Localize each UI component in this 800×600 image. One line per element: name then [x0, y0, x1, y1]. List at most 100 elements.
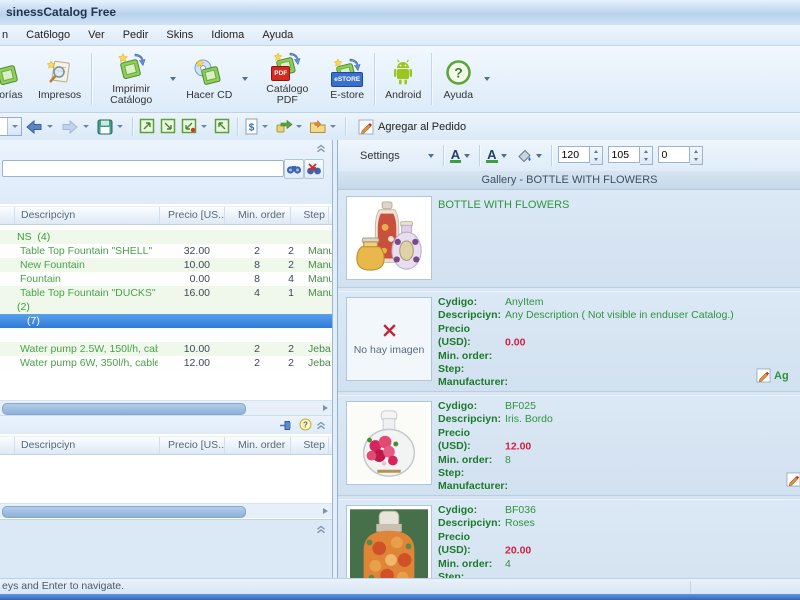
- collapse-panel-button[interactable]: [314, 523, 328, 535]
- collapse-button[interactable]: [179, 116, 212, 137]
- add-to-order-button[interactable]: Agregar al Pedido: [350, 117, 474, 137]
- collapse-panel-button[interactable]: [314, 419, 328, 431]
- search-button[interactable]: [284, 159, 304, 179]
- menu-item-pedir[interactable]: Pedir: [114, 27, 158, 43]
- add-item-to-order-button[interactable]: Ag: [786, 472, 800, 487]
- expand-branch-button[interactable]: [158, 116, 179, 137]
- spin-down-icon[interactable]: [640, 156, 652, 165]
- catalogo-pdf-button[interactable]: PDF Catálogo PDF: [251, 50, 323, 108]
- horizontal-scrollbar[interactable]: [0, 503, 332, 518]
- image-width-stepper[interactable]: [557, 146, 603, 165]
- table-row[interactable]: Water pump 6W, 350l/h, cable ... 12.00 2 2 J…: [0, 356, 332, 370]
- scrollbar-thumb[interactable]: [2, 506, 246, 518]
- spin-up-icon[interactable]: [690, 147, 702, 156]
- add-item-to-order-button[interactable]: Ag: [756, 368, 789, 383]
- clear-search-button[interactable]: [304, 159, 324, 179]
- double-chevron-up-icon: [317, 525, 325, 533]
- android-button[interactable]: Android: [378, 56, 428, 103]
- table-row[interactable]: Table Top Fountain "SHELL" ... 32.00 2 2 Man…: [0, 244, 332, 258]
- column-header-min-order[interactable]: Min. order: [225, 437, 291, 454]
- table-row-empty[interactable]: [0, 328, 332, 342]
- menu-item-idioma[interactable]: Idioma: [202, 27, 253, 43]
- dropdown-caret-icon[interactable]: [170, 77, 177, 81]
- forward-button[interactable]: [58, 117, 94, 137]
- column-header-description[interactable]: Descripciyn: [15, 437, 160, 454]
- column-header-min-order[interactable]: Min. order: [225, 207, 291, 224]
- margin-input[interactable]: [657, 146, 690, 163]
- chevron-down-icon[interactable]: [535, 153, 542, 158]
- search-input[interactable]: [2, 160, 284, 177]
- bottles-photo: [350, 200, 428, 276]
- horizontal-scrollbar[interactable]: [0, 400, 332, 415]
- sync-button[interactable]: [273, 117, 307, 137]
- font-color-button-2[interactable]: A: [486, 148, 498, 163]
- table-row[interactable]: Water pump 2.5W, 150l/h, cabl... 10.00 2 2 J…: [0, 342, 332, 356]
- product-image[interactable]: [346, 196, 432, 280]
- image-height-stepper[interactable]: [607, 146, 653, 165]
- column-header-price[interactable]: Precio [US...: [160, 437, 225, 454]
- column-header-description[interactable]: Descripciyn: [15, 207, 160, 224]
- settings-dropdown[interactable]: Settings: [360, 150, 400, 162]
- scrollbar-thumb[interactable]: [2, 403, 246, 415]
- table-row[interactable]: Table Top Fountain "DUCKS" ... 16.00 4 1 Man…: [0, 286, 332, 300]
- table-row[interactable]: Fountain 0.00 8 4 Manu: [0, 272, 332, 286]
- gallery-item-category[interactable]: BOTTLE WITH FLOWERS: [338, 191, 800, 288]
- menu-item-ayuda[interactable]: Ayuda: [253, 27, 302, 43]
- menu-item-cut[interactable]: n: [0, 27, 17, 43]
- gallery-item[interactable]: Cydigo: BF025 Descripciyn: Iris. Bordo Pre…: [338, 395, 800, 496]
- expand-icon: [139, 118, 155, 134]
- gallery-title-bar: Gallery - BOTTLE WITH FLOWERS: [338, 171, 800, 190]
- panel-help-button[interactable]: ?: [298, 418, 312, 430]
- product-price: 0.00: [505, 336, 526, 349]
- collapse-panel-button[interactable]: [314, 142, 328, 154]
- product-image[interactable]: [346, 401, 432, 485]
- estore-button[interactable]: eSTORE E-store: [323, 56, 371, 103]
- price-list-button[interactable]: $: [242, 116, 273, 137]
- height-input[interactable]: [607, 146, 640, 163]
- spin-down-icon[interactable]: [690, 156, 702, 165]
- table-row[interactable]: New Fountain 10.00 8 2 Manu: [0, 258, 332, 272]
- ayuda-button[interactable]: ? Ayuda: [435, 56, 481, 103]
- fill-color-button[interactable]: [516, 148, 533, 163]
- zoom-combobox[interactable]: [0, 117, 22, 136]
- print-catalog-icon: [115, 52, 147, 82]
- table-row-category[interactable]: NS (4): [0, 230, 332, 244]
- export-button[interactable]: [307, 117, 341, 136]
- save-button[interactable]: [94, 116, 128, 138]
- product-description: Iris. Bordo: [505, 413, 553, 426]
- expand-all-button[interactable]: [137, 116, 158, 137]
- product-image[interactable]: [346, 505, 432, 578]
- scroll-right-arrow-icon[interactable]: [323, 508, 328, 514]
- margin-stepper[interactable]: [657, 146, 703, 165]
- menu-item-catalogo[interactable]: Cat6logo: [17, 27, 79, 43]
- gallery-item[interactable]: No hay imagen Cydigo: AnyItem Descripciyn…: [338, 291, 800, 392]
- spin-up-icon[interactable]: [590, 147, 602, 156]
- impresos-button[interactable]: Impresos: [31, 56, 88, 103]
- font-color-button[interactable]: A: [449, 148, 462, 163]
- gallery-item[interactable]: Cydigo: BF036 Descripciyn: Roses Precio (U…: [338, 499, 800, 578]
- hacer-cd-button[interactable]: Hacer CD: [179, 56, 239, 103]
- menu-item-ver[interactable]: Ver: [79, 27, 114, 43]
- width-input[interactable]: [557, 146, 590, 163]
- column-header-step[interactable]: Step: [291, 437, 329, 454]
- spin-down-icon[interactable]: [590, 156, 602, 165]
- pin-panel-button[interactable]: [278, 419, 292, 431]
- dropdown-caret-icon[interactable]: [484, 77, 491, 81]
- column-header-step[interactable]: Step: [291, 207, 329, 224]
- categorias-button[interactable]: gorías: [0, 56, 31, 103]
- chevron-down-icon: [262, 125, 268, 128]
- scroll-right-arrow-icon[interactable]: [323, 405, 328, 411]
- table-row-category[interactable]: (2): [0, 300, 332, 314]
- menu-item-skins[interactable]: Skins: [157, 27, 202, 43]
- back-button[interactable]: [22, 117, 58, 137]
- chevron-down-icon[interactable]: [464, 153, 471, 158]
- chevron-down-icon[interactable]: [427, 153, 434, 158]
- imprimir-catalogo-button[interactable]: Imprimir Catálogo: [95, 50, 167, 108]
- chevron-down-icon[interactable]: [500, 153, 507, 158]
- paint-bucket-icon: [517, 149, 531, 163]
- table-row-selected[interactable]: (7): [0, 314, 332, 328]
- collapse-all-button[interactable]: [212, 116, 233, 137]
- spin-up-icon[interactable]: [640, 147, 652, 156]
- column-header-price[interactable]: Precio [US...: [160, 207, 225, 224]
- dropdown-caret-icon[interactable]: [242, 77, 249, 81]
